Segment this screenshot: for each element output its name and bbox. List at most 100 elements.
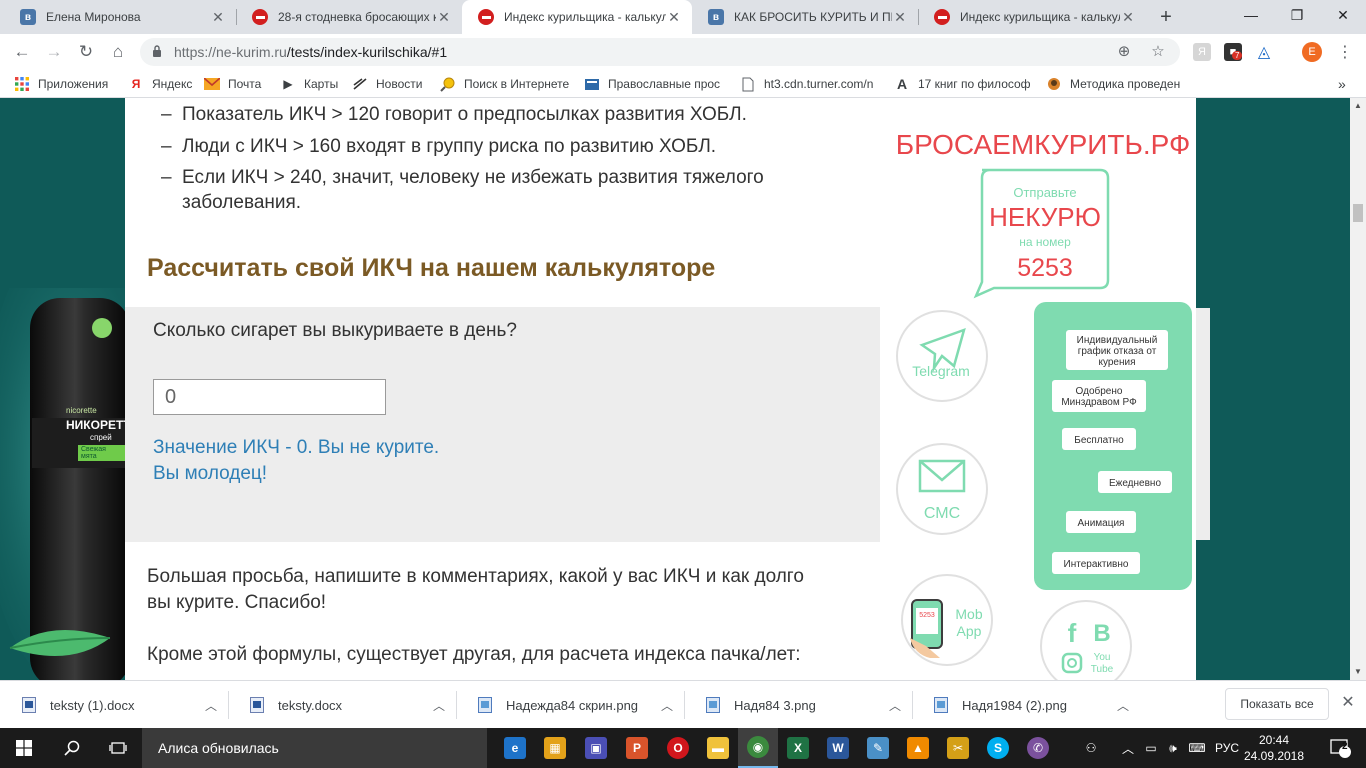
download-item[interactable]: teksty.docx ︿ — [228, 681, 454, 729]
pack-years-intro: Кроме этой формулы, существует другая, д… — [147, 644, 801, 665]
tab-index-2[interactable]: Индекс курильщика - калькул ✕ — [918, 0, 1146, 34]
bookmark-turner[interactable]: ht3.cdn.turner.com/n — [740, 75, 878, 93]
taskbar-slides-app[interactable]: P — [617, 728, 657, 768]
new-tab-button[interactable]: + — [1154, 5, 1178, 29]
minimize-button[interactable]: — — [1228, 0, 1274, 30]
chevron-up-icon[interactable]: ︿ — [880, 697, 910, 714]
chrome-icon: ◉ — [747, 736, 769, 758]
show-all-downloads-button[interactable]: Показать все — [1225, 688, 1329, 720]
people-icon[interactable]: ⚇ — [1080, 728, 1102, 768]
tab-kak-brosit[interactable]: в КАК БРОСИТЬ КУРИТЬ И ПИТ ✕ — [692, 0, 918, 34]
edge-icon: e — [504, 737, 526, 759]
bookmark-web-search[interactable]: Поиск в Интернете — [440, 75, 576, 93]
ad-site-title: БРОСАЕМКУРИТЬ.РФ — [896, 129, 1191, 160]
bookmarks-overflow[interactable]: » — [1338, 75, 1358, 93]
right-gray-strip — [1196, 308, 1210, 540]
taskbar-search-button[interactable] — [52, 728, 92, 768]
close-icon[interactable]: ✕ — [666, 9, 682, 26]
action-center-button[interactable]: 2 — [1320, 728, 1360, 768]
cigarettes-per-day-input[interactable] — [153, 379, 386, 415]
download-item[interactable]: Надежда84 скрин.png ︿ — [456, 681, 682, 729]
language-indicator[interactable]: РУС — [1212, 728, 1242, 768]
close-icon[interactable]: ✕ — [892, 9, 908, 26]
chevron-up-icon[interactable]: ︿ — [1108, 697, 1138, 714]
tab-title: 28-я стодневка бросающих к — [278, 10, 436, 24]
profile-avatar[interactable]: E — [1302, 42, 1322, 62]
bookmark-apps[interactable]: Приложения — [14, 75, 118, 93]
download-item[interactable]: Надя1984 (2).png ︿ — [912, 681, 1138, 729]
alice-triangle-icon[interactable]: ◬ — [1255, 43, 1273, 61]
system-clock[interactable]: 20:44 24.09.2018 — [1240, 732, 1308, 764]
taskbar-edge[interactable]: e — [495, 728, 535, 768]
chevron-up-icon[interactable]: ︿ — [652, 697, 682, 714]
bookmark-orthodox[interactable]: Православные прос — [584, 75, 722, 93]
window-close-button[interactable]: ✕ — [1320, 0, 1366, 30]
keyboard-icon[interactable]: ⌨ — [1186, 728, 1208, 768]
bookmark-17-books[interactable]: A 17 книг по философ — [894, 75, 1030, 93]
taskbar-explorer[interactable]: ▬ — [698, 728, 738, 768]
taskbar-paint[interactable]: ✎ — [858, 728, 898, 768]
home-button[interactable]: ⌂ — [106, 40, 130, 64]
maximize-button[interactable]: ❐ — [1274, 0, 1320, 30]
tab-vk-elena[interactable]: в Елена Миронова ✕ — [4, 0, 236, 34]
taskbar-vlc[interactable]: ▲ — [898, 728, 938, 768]
scroll-up-arrow-icon[interactable]: ▲ — [1350, 98, 1366, 114]
taskbar-excel[interactable]: X — [778, 728, 818, 768]
facebook-icon: f — [1068, 618, 1077, 648]
zoom-icon[interactable]: ⊕ — [1114, 42, 1134, 62]
taskbar-opera[interactable]: O — [658, 728, 698, 768]
tab-stodnevka[interactable]: 28-я стодневка бросающих к ✕ — [236, 0, 462, 34]
ikch-calculator: Сколько сигарет вы выкуриваете в день? З… — [125, 307, 880, 542]
bookmark-method[interactable]: Методика проведен — [1046, 75, 1184, 93]
taskbar-word[interactable]: W — [818, 728, 858, 768]
taskbar-tool[interactable]: ✂ — [938, 728, 978, 768]
download-item[interactable]: Надя84 3.png ︿ — [684, 681, 910, 729]
taskbar-skype[interactable]: S — [978, 728, 1018, 768]
close-icon[interactable]: ✕ — [210, 9, 226, 26]
reader-extension-icon[interactable]: Я — [1193, 43, 1211, 61]
page-scrollbar[interactable]: ▲ ▼ — [1350, 98, 1366, 680]
bookmark-maps[interactable]: ▶ Карты — [280, 75, 342, 93]
close-icon[interactable]: ✕ — [1120, 9, 1136, 26]
image-file-icon — [478, 697, 492, 713]
download-item[interactable]: teksty (1).docx ︿ — [0, 681, 226, 729]
chevron-up-icon[interactable]: ︿ — [424, 697, 454, 714]
taskbar-store[interactable]: ▦ — [535, 728, 575, 768]
taskbar-chrome[interactable]: ◉ — [738, 728, 778, 768]
bullet-ikch-240: – Если ИКЧ > 240, значит, человеку не из… — [161, 167, 764, 213]
alice-search-box[interactable]: Алиса обновилась — [142, 728, 487, 768]
bookmark-star-icon[interactable]: ☆ — [1148, 42, 1168, 62]
page-viewport: nicorette НИКОРЕТТ спрей Свежая мята – П… — [0, 98, 1350, 680]
tray-overflow-icon[interactable]: ︿ — [1118, 728, 1138, 768]
bookmark-yandex[interactable]: Я Яндекс — [128, 75, 196, 93]
telegram-label: Telegram — [912, 363, 970, 379]
bookmark-mail[interactable]: Почта — [204, 75, 270, 93]
back-button[interactable]: ← — [10, 40, 34, 64]
reload-button[interactable]: ↻ — [74, 40, 98, 64]
nicorette-ad[interactable]: nicorette НИКОРЕТТ спрей Свежая мята — [0, 228, 160, 680]
extension-badge-icon[interactable]: ■7 — [1224, 43, 1243, 61]
menu-kebab-icon[interactable]: ⋮ — [1336, 43, 1354, 61]
svg-text:Индивидуальный: Индивидуальный — [1077, 335, 1158, 346]
explorer-icon: ▬ — [707, 737, 729, 759]
ad-keyword: НЕКУРЮ — [989, 202, 1101, 232]
tab-active-index[interactable]: Индекс курильщика - калькул ✕ — [462, 0, 692, 34]
bookmark-news[interactable]: Новости — [352, 75, 430, 93]
task-view-button[interactable] — [98, 728, 138, 768]
taskbar-viber[interactable]: ✆ — [1018, 728, 1058, 768]
brosaem-kurit-ad[interactable]: БРОСАЕМКУРИТЬ.РФ Отправьте НЕКУРЮ на ном… — [880, 98, 1196, 680]
social-circle[interactable] — [1040, 600, 1132, 680]
chevron-up-icon[interactable]: ︿ — [196, 697, 226, 714]
scroll-thumb[interactable] — [1353, 204, 1363, 222]
volume-icon[interactable]: 🕪 — [1162, 728, 1184, 768]
ad-send-label: Отправьте — [1013, 185, 1076, 200]
address-bar[interactable]: https://ne-kurim.ru/tests/index-kurilsch… — [140, 38, 1180, 66]
close-downloads-icon[interactable]: ✕ — [1338, 693, 1358, 713]
scroll-down-arrow-icon[interactable]: ▼ — [1350, 664, 1366, 680]
forward-button[interactable]: → — [42, 40, 66, 64]
sms-label: СМС — [924, 505, 960, 522]
network-icon[interactable]: ▭ — [1140, 728, 1162, 768]
start-button[interactable] — [0, 728, 48, 768]
taskbar-save-app[interactable]: ▣ — [576, 728, 616, 768]
close-icon[interactable]: ✕ — [436, 9, 452, 26]
